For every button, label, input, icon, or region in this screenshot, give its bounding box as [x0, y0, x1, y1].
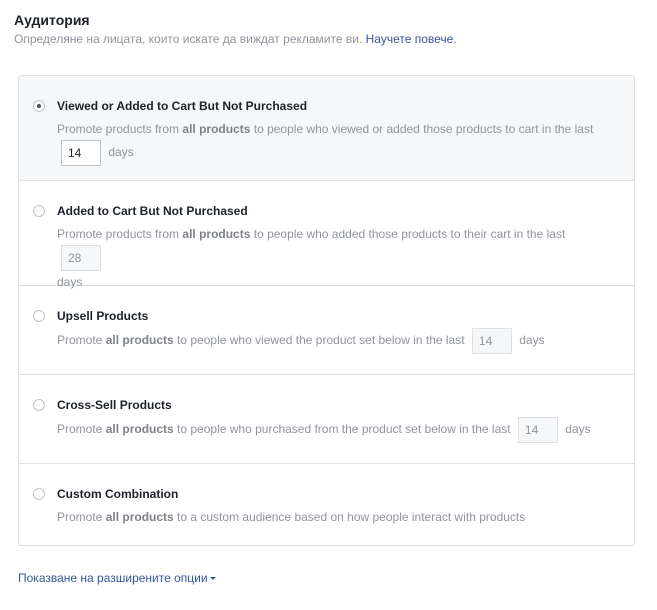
caret-down-icon	[209, 577, 216, 581]
days-input[interactable]: 14	[517, 417, 558, 443]
desc-text: Promote	[57, 510, 106, 524]
days-label: days	[519, 333, 545, 348]
desc-bold: all products	[105, 333, 174, 348]
audience-panel: Аудитория Определяне на лицата, които ис…	[0, 0, 657, 610]
days-label: days	[565, 422, 591, 437]
desc-bold: all products	[105, 422, 174, 437]
radio-button[interactable]	[33, 205, 45, 217]
radio-button[interactable]	[33, 488, 45, 500]
option-upsell-products[interactable]: Upsell Products Promote all products to …	[19, 286, 634, 375]
radio-button[interactable]	[33, 399, 45, 411]
days-input[interactable]: 28	[61, 245, 101, 271]
days-label: days	[108, 145, 134, 160]
subtitle-period: .	[453, 32, 457, 46]
audience-header: Аудитория Определяне на лицата, които ис…	[14, 11, 457, 47]
desc-text: to people who purchased from the product…	[173, 422, 511, 437]
option-viewed-or-added-to-cart[interactable]: Viewed or Added to Cart But Not Purchase…	[19, 76, 634, 181]
advanced-options-label: Показване на разширените опции	[18, 571, 208, 585]
desc-bold: all products	[182, 122, 251, 136]
option-description: Promote all products to people who purch…	[57, 417, 614, 443]
option-description: Promote all products to a custom audienc…	[57, 506, 614, 528]
days-input[interactable]: 14	[61, 140, 101, 166]
desc-text: to people who viewed the product set bel…	[173, 333, 465, 348]
section-subtitle: Определяне на лицата, които искате да ви…	[14, 31, 457, 47]
advanced-options-toggle[interactable]: Показване на разширените опции	[18, 570, 216, 586]
radio-button-selected[interactable]	[33, 100, 45, 112]
radio-button[interactable]	[33, 310, 45, 322]
option-description: Promote all products to people who viewe…	[57, 328, 614, 354]
desc-text: to people who added those products to th…	[250, 227, 566, 241]
option-title: Cross-Sell Products	[57, 398, 172, 412]
subtitle-text: Определяне на лицата, които искате да ви…	[14, 32, 363, 46]
option-title: Custom Combination	[57, 487, 179, 501]
option-title: Viewed or Added to Cart But Not Purchase…	[57, 99, 308, 113]
option-title: Added to Cart But Not Purchased	[57, 204, 248, 218]
desc-bold: all products	[182, 227, 251, 241]
option-title: Upsell Products	[57, 309, 149, 323]
desc-text: to a custom audience based on how people…	[173, 510, 526, 524]
days-input[interactable]: 14	[471, 328, 512, 354]
learn-more-link[interactable]: Научете повече	[366, 32, 454, 46]
option-added-to-cart[interactable]: Added to Cart But Not Purchased Promote …	[19, 181, 634, 289]
desc-text: Promote	[57, 422, 106, 437]
option-cross-sell-products[interactable]: Cross-Sell Products Promote all products…	[19, 375, 634, 464]
section-title: Аудитория	[14, 12, 90, 28]
desc-text: Promote products from	[57, 122, 183, 136]
desc-bold: all products	[105, 510, 174, 524]
option-description: Promote products from all products to pe…	[57, 223, 614, 293]
desc-text: Promote	[57, 333, 106, 348]
audience-options-list: Viewed or Added to Cart But Not Purchase…	[18, 75, 635, 546]
option-custom-combination[interactable]: Custom Combination Promote all products …	[19, 464, 634, 545]
desc-text: to people who viewed or added those prod…	[250, 122, 594, 136]
option-description: Promote products from all products to pe…	[57, 118, 614, 166]
desc-text: Promote products from	[57, 227, 183, 241]
